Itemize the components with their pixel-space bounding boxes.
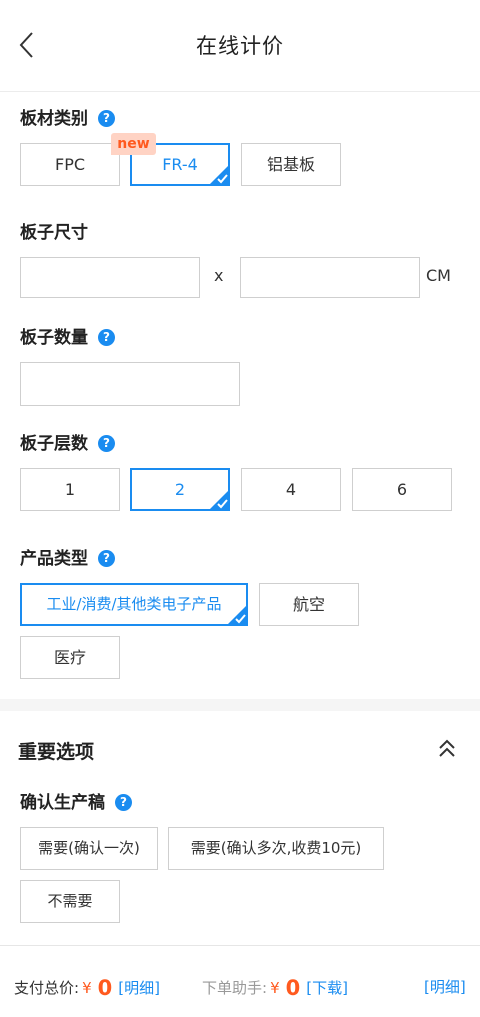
- layers-option-4[interactable]: 4: [241, 468, 341, 511]
- product-option-aviation[interactable]: 航空: [259, 583, 359, 626]
- download-link[interactable]: [下载]: [306, 979, 348, 997]
- bottom-price-bar: 支付总价: ¥0 [明细] 下单助手: ¥0 [下载] [明细]: [0, 945, 480, 1017]
- confirm-production-label: 确认生产稿: [20, 793, 105, 813]
- board-height-input[interactable]: [240, 257, 420, 298]
- option-label: 6: [396, 480, 408, 499]
- material-option-fpc[interactable]: FPC: [20, 143, 120, 186]
- board-quantity-section: 板子数量?: [20, 323, 115, 348]
- product-option-consumer[interactable]: 工业/消费/其他类电子产品: [20, 583, 248, 626]
- important-options-title: 重要选项: [18, 741, 95, 763]
- total-detail-link[interactable]: [明细]: [118, 979, 160, 997]
- option-label: 需要(确认一次): [38, 839, 140, 857]
- option-label: 工业/消费/其他类电子产品: [46, 595, 222, 613]
- board-quantity-input[interactable]: [20, 362, 240, 406]
- option-label: 不需要: [47, 892, 93, 910]
- selected-check-icon: [208, 489, 228, 509]
- option-label: 2: [174, 480, 186, 499]
- total-currency: ¥: [82, 979, 92, 997]
- top-bar: 在线计价: [0, 0, 480, 92]
- board-quantity-label: 板子数量: [20, 328, 88, 348]
- size-separator: x: [214, 266, 224, 285]
- option-label: 航空: [292, 595, 325, 614]
- size-unit: CM: [426, 266, 451, 285]
- collapse-button[interactable]: [436, 737, 458, 761]
- order-helper-label: 下单助手:: [202, 979, 268, 997]
- page-title: 在线计价: [196, 34, 284, 58]
- confirm-option-multiple[interactable]: 需要(确认多次,收费10元): [168, 827, 384, 870]
- order-helper-group: 下单助手: ¥0 [下载]: [202, 976, 348, 1000]
- help-icon[interactable]: ?: [98, 550, 115, 567]
- option-label: 铝基板: [266, 155, 315, 174]
- confirm-option-once[interactable]: 需要(确认一次): [20, 827, 158, 870]
- help-icon[interactable]: ?: [115, 794, 132, 811]
- total-price-label: 支付总价:: [14, 979, 80, 997]
- option-label: 1: [64, 480, 76, 499]
- option-label: 医疗: [53, 648, 86, 667]
- new-badge: new: [111, 133, 156, 155]
- option-label: 4: [285, 480, 297, 499]
- option-label: FR-4: [162, 155, 198, 174]
- help-icon[interactable]: ?: [98, 110, 115, 127]
- product-type-label: 产品类型: [20, 549, 88, 569]
- help-icon[interactable]: ?: [98, 435, 115, 452]
- material-option-aluminum[interactable]: 铝基板: [241, 143, 341, 186]
- board-material-label: 板材类别: [20, 109, 88, 129]
- layers-option-1[interactable]: 1: [20, 468, 120, 511]
- total-price-group: 支付总价: ¥0 [明细]: [14, 976, 160, 1000]
- board-layers-label: 板子层数: [20, 434, 88, 454]
- option-label: FPC: [54, 155, 86, 174]
- layers-option-2[interactable]: 2: [130, 468, 230, 511]
- helper-amount: 0: [285, 976, 301, 1000]
- help-icon[interactable]: ?: [98, 329, 115, 346]
- confirm-production-section: 确认生产稿?: [20, 788, 132, 813]
- detail-link-label: [明细]: [424, 978, 466, 996]
- board-material-section: 板材类别?: [20, 104, 115, 129]
- board-layers-section: 板子层数?: [20, 429, 115, 454]
- section-divider: [0, 699, 480, 711]
- double-chevron-up-icon: [439, 739, 455, 757]
- board-width-input[interactable]: [20, 257, 200, 298]
- helper-currency: ¥: [270, 979, 280, 997]
- option-label: 需要(确认多次,收费10元): [190, 839, 362, 857]
- board-size-label: 板子尺寸: [20, 223, 88, 243]
- product-type-section: 产品类型?: [20, 544, 115, 569]
- selected-check-icon: [208, 164, 228, 184]
- layers-option-6[interactable]: 6: [352, 468, 452, 511]
- selected-check-icon: [226, 604, 246, 624]
- product-option-medical[interactable]: 医疗: [20, 636, 120, 679]
- detail-link[interactable]: [明细]: [424, 976, 466, 997]
- confirm-option-none[interactable]: 不需要: [20, 880, 120, 923]
- total-amount: 0: [97, 976, 113, 1000]
